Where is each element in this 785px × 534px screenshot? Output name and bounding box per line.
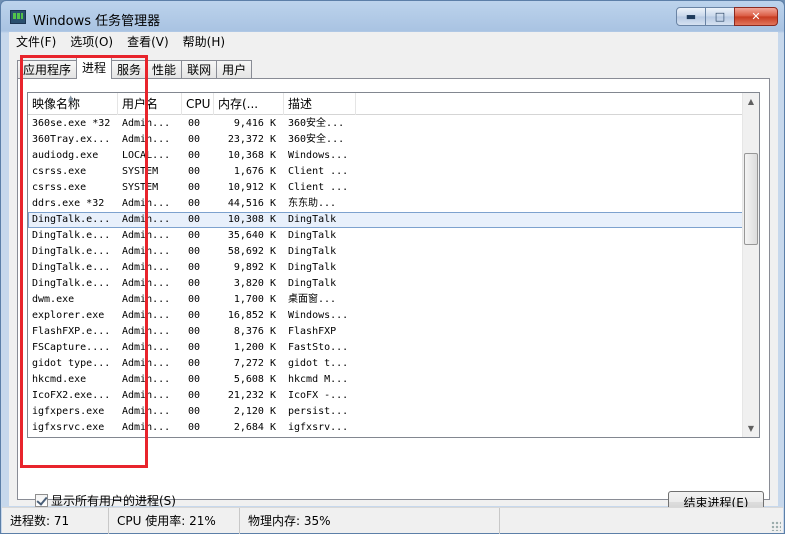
cell-description: DingTalk xyxy=(288,214,337,225)
menu-options[interactable]: 选项(O) xyxy=(63,33,120,50)
close-button[interactable]: ✕ xyxy=(734,7,778,26)
tab-performance[interactable]: 性能 xyxy=(146,60,183,79)
cell-description: persist... xyxy=(288,406,349,417)
column-description[interactable]: 描述 xyxy=(284,93,356,115)
highlight-box xyxy=(20,55,148,468)
cell-description: 360安全... xyxy=(288,134,345,145)
cell-description: Windows... xyxy=(288,150,349,161)
cell-cpu: 00 xyxy=(188,198,201,209)
close-icon: ✕ xyxy=(751,10,761,23)
cell-description: Client ... xyxy=(288,182,349,193)
cell-memory: 2,684 K xyxy=(233,422,276,433)
cell-memory: 21,232 K xyxy=(227,390,276,401)
cell-memory: 10,368 K xyxy=(227,150,276,161)
column-label: CPU xyxy=(186,97,211,111)
cell-memory: 3,820 K xyxy=(233,278,276,289)
cell-description: hkcmd M... xyxy=(288,374,349,385)
cell-cpu: 00 xyxy=(188,390,201,401)
cell-cpu: 00 xyxy=(188,406,201,417)
cell-description: 360安全... xyxy=(288,118,345,129)
minimize-button[interactable]: ▬ xyxy=(676,7,706,26)
cell-description: FastSto... xyxy=(288,342,349,353)
cell-cpu: 00 xyxy=(182,436,214,437)
cell-description: Windows... xyxy=(288,310,349,321)
cell-cpu: 00 xyxy=(188,150,201,161)
cell-description: igfxsrv... xyxy=(288,422,349,433)
menu-view[interactable]: 查看(V) xyxy=(120,33,176,50)
cell-cpu: 00 xyxy=(188,278,201,289)
cell-memory: 44,516 K xyxy=(227,198,276,209)
cell-memory: 9,416 K xyxy=(233,118,276,129)
tab-networking[interactable]: 联网 xyxy=(181,60,218,79)
cell-description: 桌面窗... xyxy=(288,294,337,305)
status-process-count: 进程数: 71 xyxy=(2,508,109,534)
tab-users[interactable]: 用户 xyxy=(216,60,253,79)
cell-cpu: 00 xyxy=(188,358,201,369)
cell-cpu: 00 xyxy=(188,342,201,353)
cell-cpu: 00 xyxy=(188,294,201,305)
status-cpu-usage: CPU 使用率: 21% xyxy=(109,508,240,534)
menu-help[interactable]: 帮助(H) xyxy=(176,33,232,50)
scroll-thumb[interactable] xyxy=(744,153,758,245)
cell-memory: 1,200 K xyxy=(233,342,276,353)
maximize-button[interactable]: □ xyxy=(705,7,735,26)
cell-description: IcoFX -... xyxy=(288,390,349,401)
cell-cpu: 00 xyxy=(188,326,201,337)
column-label: 内存(... xyxy=(218,97,259,111)
cell-memory: 23,372 K xyxy=(227,134,276,145)
cell-description: DingTalk xyxy=(288,230,337,241)
cell-cpu: 00 xyxy=(188,118,201,129)
column-label: 描述 xyxy=(288,97,313,111)
cell-cpu: 00 xyxy=(188,182,201,193)
cell-cpu: 00 xyxy=(188,422,201,433)
cell-cpu: 00 xyxy=(188,214,201,225)
title-bar[interactable]: Windows 任务管理器 ▬ □ ✕ xyxy=(1,1,784,32)
scroll-up-icon[interactable]: ▲ xyxy=(743,93,759,110)
caption-buttons: ▬ □ ✕ xyxy=(676,7,778,26)
column-memory[interactable]: 内存(... xyxy=(214,93,284,115)
status-physical-memory: 物理内存: 35% xyxy=(240,508,500,534)
status-bar: 进程数: 71 CPU 使用率: 21% 物理内存: 35% xyxy=(2,507,783,534)
cell-memory: 5,608 K xyxy=(233,374,276,385)
cell-description: DingTalk xyxy=(288,278,337,289)
cell-memory: 8,376 K xyxy=(233,326,276,337)
minimize-icon: ▬ xyxy=(685,10,697,23)
cell-memory: 58,692 K xyxy=(227,246,276,257)
cell-memory: 35,640 K xyxy=(227,230,276,241)
menu-file[interactable]: 文件(F) xyxy=(9,33,63,50)
cell-cpu: 00 xyxy=(188,246,201,257)
cell-description: gidot t... xyxy=(288,358,349,369)
cell-memory: 10,912 K xyxy=(227,182,276,193)
checkbox-box[interactable] xyxy=(35,494,48,507)
status-empty-pane xyxy=(500,508,783,534)
menu-bar: 文件(F) 选项(O) 查看(V) 帮助(H) xyxy=(9,32,778,51)
cell-memory: 2,120 K xyxy=(233,406,276,417)
cell-description: FlashFXP xyxy=(288,326,337,337)
cell-memory: 10,308 K xyxy=(227,214,276,225)
window-title: Windows 任务管理器 xyxy=(33,14,161,29)
cell-description: DingTalk xyxy=(288,246,337,257)
cell-description: DingTalk xyxy=(288,262,337,273)
cell-cpu: 00 xyxy=(188,374,201,385)
cell-cpu: 00 xyxy=(188,262,201,273)
cell-memory: 1,700 K xyxy=(233,294,276,305)
cell-memory: 1,676 K xyxy=(233,166,276,177)
resize-grip-icon[interactable] xyxy=(771,521,781,531)
cell-description: igfxTra... xyxy=(284,436,356,437)
task-manager-icon xyxy=(10,10,26,24)
cell-cpu: 00 xyxy=(188,230,201,241)
cell-description: 东东助... xyxy=(288,198,337,209)
maximize-icon: □ xyxy=(714,10,726,23)
cell-memory: 16,852 K xyxy=(227,310,276,321)
vertical-scrollbar[interactable]: ▲ ▼ xyxy=(742,93,759,437)
column-cpu[interactable]: CPU xyxy=(182,93,214,115)
cell-memory: 7,272 K xyxy=(233,358,276,369)
cell-cpu: 00 xyxy=(188,166,201,177)
cell-cpu: 00 xyxy=(188,310,201,321)
cell-cpu: 00 xyxy=(188,134,201,145)
scroll-down-icon[interactable]: ▼ xyxy=(743,420,759,437)
cell-memory: 9,892 K xyxy=(233,262,276,273)
cell-memory: 2,060 K xyxy=(214,436,284,437)
cell-description: Client ... xyxy=(288,166,349,177)
